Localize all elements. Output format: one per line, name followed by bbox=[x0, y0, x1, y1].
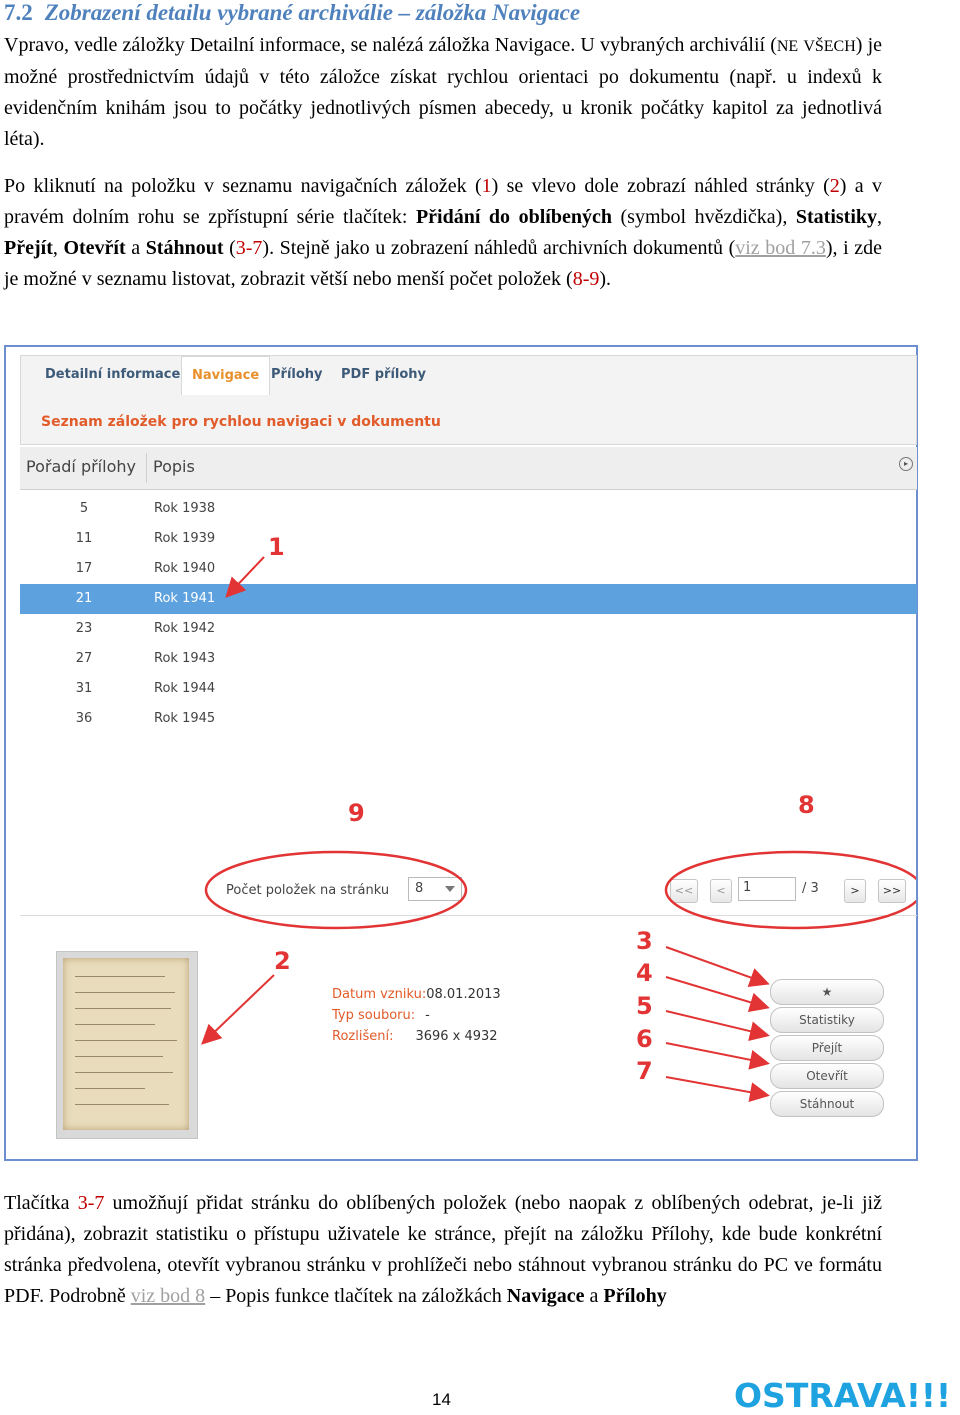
text: ) se vlevo dole zobrazí náhled stránky ( bbox=[491, 175, 830, 197]
arrow-7 bbox=[665, 1076, 770, 1103]
text: Vpravo, vedle záložky Detailní informace… bbox=[4, 34, 777, 56]
section-number: 7.2 bbox=[4, 0, 33, 25]
text: , bbox=[877, 206, 883, 228]
highlight-ellipse-pager bbox=[664, 850, 916, 930]
text: ). Stejně jako u zobrazení náhledů archi… bbox=[262, 237, 736, 259]
bold-term: Navigace bbox=[506, 1285, 585, 1307]
section-heading: 7.2 Zobrazení detailu vybrané archiválie … bbox=[4, 0, 580, 26]
arrow-4 bbox=[665, 976, 770, 1012]
arrow-3 bbox=[665, 946, 770, 987]
cross-reference-link[interactable]: viz bod 8 bbox=[131, 1285, 205, 1307]
cross-reference-link[interactable]: viz bod 7.3 bbox=[735, 237, 826, 259]
text: Po kliknutí na položku v seznamu navigač… bbox=[4, 175, 482, 197]
highlight-ellipse-items-per-page bbox=[204, 850, 468, 930]
callout-4: 4 bbox=[636, 959, 653, 987]
callout-8: 8 bbox=[798, 791, 815, 819]
page-number: 14 bbox=[432, 1390, 451, 1409]
callout-7: 7 bbox=[636, 1057, 653, 1085]
callout-5: 5 bbox=[636, 992, 653, 1020]
bold-term: Přejít bbox=[4, 237, 53, 259]
callout-2: 2 bbox=[274, 947, 291, 975]
text: VŠECH bbox=[803, 38, 856, 55]
text: , bbox=[52, 237, 64, 259]
callout-6: 6 bbox=[636, 1025, 653, 1053]
arrow-6 bbox=[665, 1042, 770, 1070]
bold-term: Otevřít bbox=[63, 237, 126, 259]
annotation-overlay bbox=[201, 556, 916, 1103]
text: – Popis funkce tlačítek na záložkách bbox=[205, 1285, 507, 1307]
callout-ref: 8-9 bbox=[572, 268, 600, 290]
arrow-to-selected-row bbox=[225, 556, 265, 598]
bold-term: Přílohy bbox=[603, 1285, 667, 1307]
intro-paragraph: Vpravo, vedle záložky Detailní informace… bbox=[4, 30, 882, 155]
callout-ref: 3-7 bbox=[77, 1192, 105, 1214]
buttons-paragraph: Tlačítka 3-7 umožňují přidat stránku do … bbox=[4, 1188, 882, 1312]
bold-term: Statistiky bbox=[795, 206, 878, 228]
text: (symbol hvězdička), bbox=[611, 206, 796, 228]
text: a bbox=[584, 1285, 604, 1307]
callout-9: 9 bbox=[348, 799, 365, 827]
embedded-screenshot: Detailní informace Navigace Přílohy PDF … bbox=[4, 345, 918, 1161]
text: NE bbox=[776, 38, 799, 55]
ostrava-logo: OSTRAVA!!! bbox=[734, 1376, 952, 1415]
callout-ref: 2 bbox=[829, 175, 840, 197]
callout-ref: 1 bbox=[481, 175, 492, 197]
arrow-5 bbox=[665, 1010, 770, 1041]
section-title: Zobrazení detailu vybrané archiválie – z… bbox=[44, 0, 581, 25]
bold-term: Stáhnout bbox=[145, 237, 224, 259]
text: a bbox=[125, 237, 146, 259]
arrow-to-thumbnail bbox=[201, 974, 275, 1045]
detail-paragraph: Po kliknutí na položku v seznamu navigač… bbox=[4, 171, 882, 295]
text: ( bbox=[223, 237, 236, 259]
bold-term: Přidání do oblíbených bbox=[415, 206, 612, 228]
text: ). bbox=[599, 268, 612, 290]
callout-ref: 3-7 bbox=[235, 237, 263, 259]
callout-1: 1 bbox=[268, 533, 285, 561]
text: Tlačítka bbox=[4, 1192, 78, 1214]
callout-3: 3 bbox=[636, 927, 653, 955]
